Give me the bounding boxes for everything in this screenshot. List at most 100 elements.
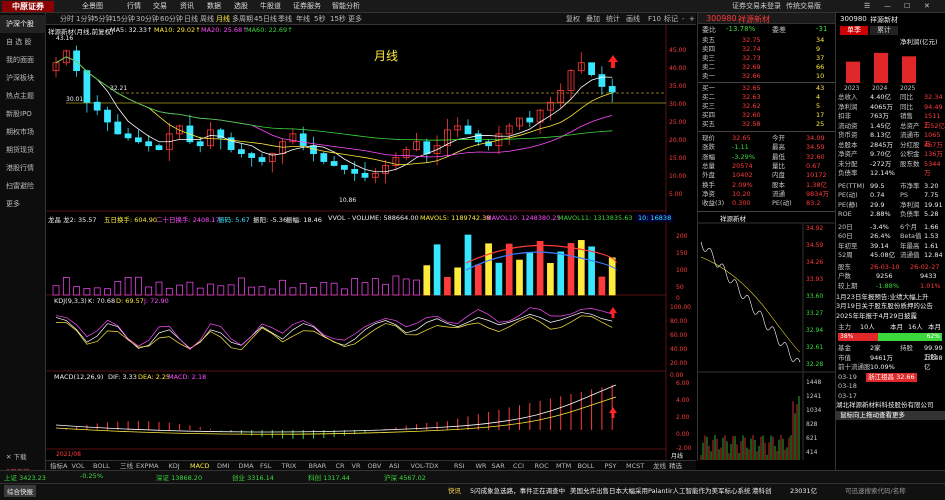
toolbar-stats[interactable]: 统计	[606, 13, 620, 25]
period-5min[interactable]: 5分钟	[94, 13, 112, 25]
quote-value: 0.300	[732, 199, 751, 208]
book-price[interactable]: 32.62	[742, 102, 761, 111]
menu-trade[interactable]: 交易	[153, 1, 167, 12]
menu-news[interactable]: 资讯	[180, 1, 194, 12]
zoom-out-button[interactable]: -	[682, 13, 685, 25]
period-30min[interactable]: 30分钟	[136, 13, 159, 25]
nav-my-page[interactable]: 我的面面	[0, 51, 46, 69]
toolbar-adjust[interactable]: 复权	[566, 13, 580, 25]
period-quarterly[interactable]: 季线	[278, 13, 292, 25]
period-15min[interactable]: 15分钟	[112, 13, 135, 25]
menu-panorama[interactable]: 全景图	[82, 1, 103, 12]
maximize-icon[interactable]: ☐	[904, 1, 910, 12]
preset-selector[interactable]: 传统交易版	[786, 1, 821, 12]
news-item[interactable]: 3月19日关于股东股份质押的公告	[836, 302, 945, 311]
book-price[interactable]: 32.74	[742, 45, 761, 54]
toolbar-mark[interactable]: 标记	[664, 13, 678, 25]
nav-hk-stocks[interactable]: 港股行情	[0, 159, 46, 177]
index-quote[interactable]: 沪深 4567.02	[384, 472, 426, 482]
tab-single-quarter[interactable]: 单季	[840, 26, 868, 35]
vol-legend-vvol: VVOL - VOLUME: 588664.00	[328, 214, 419, 222]
toolbar-draw[interactable]: 画线	[626, 13, 640, 25]
kv-value: 94.49	[924, 102, 943, 111]
book-price[interactable]: 32.63	[742, 93, 761, 102]
book-bid-row: 买二 32.63 4	[698, 93, 836, 102]
menu-data[interactable]: 数据	[207, 1, 221, 12]
period-intraday[interactable]: 分时	[60, 13, 74, 25]
ma-line	[55, 56, 613, 166]
kline-chart-area[interactable]: 祥源新材(月线,前复权) MA5: 32.33↑ MA10: 29.02↑ MA…	[46, 25, 696, 460]
book-price[interactable]: 32.73	[742, 54, 761, 63]
ticker-news[interactable]: 美国允许出售日本大幅采用Palantir人工智能作为美军标心系统	[570, 485, 751, 495]
nav-risk-scan[interactable]: 扫雷避险	[0, 177, 46, 195]
holder-date-row: 股东 26-03-10 26-02-27	[836, 263, 945, 272]
index-quote[interactable]: 上证 3423.23	[4, 472, 46, 482]
date-popup[interactable]: 浙江祖昌 32.66	[866, 372, 917, 382]
period-daily[interactable]: 日线	[184, 13, 198, 25]
book-price[interactable]: 32.58	[742, 120, 761, 129]
toolbar-f10[interactable]: F10	[648, 13, 661, 25]
period-monthly[interactable]: 月线	[216, 13, 230, 25]
period-yearly[interactable]: 年线	[296, 13, 310, 25]
nav-sectors[interactable]: 沪深板块	[0, 69, 46, 87]
quote-row: 收益(3) 0.300 PE(动) 83.2	[698, 199, 836, 208]
index-quote[interactable]: 深证 13868.20	[156, 472, 202, 482]
news-item[interactable]: 2025年年报于4月29日披露	[836, 312, 945, 321]
volume-bar	[464, 234, 472, 296]
chart-canvas[interactable]	[46, 25, 696, 460]
kdj-legend-k: K: 70.68	[88, 297, 116, 305]
book-price[interactable]: 32.66	[742, 72, 761, 81]
menu-services[interactable]: 证券服务	[293, 1, 321, 12]
period-multi[interactable]: 多周期	[232, 13, 253, 25]
zoom-in-button[interactable]: +	[689, 13, 695, 25]
book-price[interactable]: 32.65	[742, 84, 761, 93]
kv-label: 扣非	[838, 112, 851, 120]
nav-hot-topics[interactable]: 热点主题	[0, 87, 46, 105]
period-15sec[interactable]: 15秒	[330, 13, 346, 25]
candle-body	[526, 117, 534, 123]
scroll-hint-popup[interactable]: 鼠标向上拖动查看更多	[836, 410, 945, 420]
flow-bar-left: 38%	[838, 333, 878, 341]
period-5sec[interactable]: 5秒	[314, 13, 325, 25]
quick-search[interactable]: 可迅速搜索代码/名称	[845, 485, 906, 495]
candle-body	[145, 141, 153, 147]
nav-watchlist[interactable]: 自 选 股	[0, 33, 46, 51]
quote-label: 最低	[772, 152, 785, 161]
book-price[interactable]: 32.75	[742, 36, 761, 45]
period-1min[interactable]: 1分钟	[76, 13, 94, 25]
period-weekly[interactable]: 周线	[200, 13, 214, 25]
tab-cumulative[interactable]: 累计	[870, 26, 898, 35]
nav-more[interactable]: 更多	[0, 195, 46, 213]
menu-smart-analysis[interactable]: 智能分析	[332, 1, 360, 12]
menu-bull-stock[interactable]: 牛股道	[260, 1, 281, 12]
news-item[interactable]: 1月23日年报预告:业绩大幅上升	[836, 293, 945, 302]
close-icon[interactable]: ✕	[924, 1, 930, 12]
intraday-mini-panel[interactable]: 祥源新材 34.92 34.59 34.26 33.93 33.60 33.27 32.94…	[697, 211, 836, 461]
menu-icon[interactable]: ☰	[864, 1, 870, 12]
nav-new-ipo[interactable]: 新股IPO	[0, 105, 46, 123]
candle-body	[114, 121, 122, 135]
index-quote[interactable]: 创业 3316.14	[232, 472, 274, 482]
flash-news[interactable]: 5闪成象急选路，事件正在调查中	[470, 485, 565, 495]
nav-sh-sz-stocks[interactable]: 沪深个股	[0, 15, 46, 33]
index-quote[interactable]: -0.25%	[80, 472, 103, 480]
composite-news-button[interactable]: 综合快报	[4, 485, 36, 497]
mini-chart-canvas[interactable]: 34.92 34.59 34.26 33.93 33.60 33.27 32.94 32.61…	[698, 212, 836, 460]
toolbar-overlay[interactable]: 叠加	[586, 13, 600, 25]
book-price[interactable]: 32.60	[742, 111, 761, 120]
period-more[interactable]: 更多	[348, 13, 362, 25]
index-quote[interactable]: 科创 1317.44	[308, 472, 350, 482]
mini-price-tick: 33.93	[806, 276, 823, 283]
login-status[interactable]: 证券交易未登录	[732, 1, 781, 12]
menu-quotes[interactable]: 行情	[127, 1, 141, 12]
low-mark: 10.86	[339, 197, 357, 204]
menu-screener[interactable]: 选股	[234, 1, 248, 12]
minimize-icon[interactable]: —	[884, 1, 891, 12]
period-60min[interactable]: 60分钟	[160, 13, 183, 25]
nav-futures[interactable]: 期货现货	[0, 141, 46, 159]
period-45day[interactable]: 45日线	[254, 13, 277, 25]
price-tick: 10.00	[669, 173, 687, 180]
book-price[interactable]: 32.69	[742, 63, 761, 72]
kdj-line	[55, 307, 613, 350]
nav-options[interactable]: 期权市场	[0, 123, 46, 141]
